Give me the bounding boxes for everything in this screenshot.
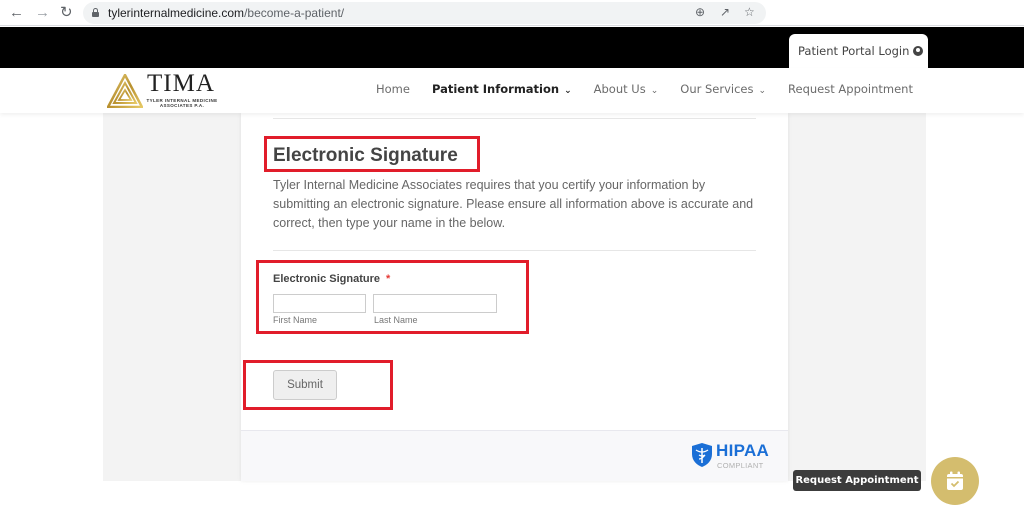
nav-our-services[interactable]: Our Services ⌄ xyxy=(680,82,766,96)
nav-request-appointment-label: Request Appointment xyxy=(788,82,913,96)
chevron-down-icon: ⌄ xyxy=(650,86,659,96)
share-icon[interactable]: ↗ xyxy=(720,5,730,19)
nav-request-appointment[interactable]: Request Appointment xyxy=(788,82,913,96)
url-text: tylerinternalmedicine.com/become-a-patie… xyxy=(108,6,344,20)
lock-icon[interactable] xyxy=(92,8,99,17)
calendar-check-icon xyxy=(947,471,963,490)
divider xyxy=(273,118,756,119)
nav-home-label: Home xyxy=(376,82,410,96)
top-bar: Patient Portal Login xyxy=(0,27,1024,68)
bookmark-star-icon[interactable]: ☆ xyxy=(744,5,755,19)
divider xyxy=(273,250,756,251)
user-circle-icon xyxy=(913,46,924,56)
annotation-box-title xyxy=(264,136,480,172)
logo-wordmark: TIMA xyxy=(147,70,215,97)
hipaa-shield-icon xyxy=(692,443,712,467)
chevron-down-icon: ⌄ xyxy=(758,86,767,96)
hipaa-subtitle: COMPLIANT xyxy=(717,461,764,470)
logo-subtitle-line2: ASSOCIATES P.A. xyxy=(159,103,205,108)
nav-patient-information[interactable]: Patient Information ⌄ xyxy=(432,82,572,96)
patient-portal-login-label: Patient Portal Login xyxy=(798,44,910,58)
nav-home[interactable]: Home xyxy=(376,82,410,96)
zoom-icon[interactable]: ⊕ xyxy=(695,5,705,19)
chevron-down-icon: ⌄ xyxy=(564,86,572,96)
form-footer: HIPAA COMPLIANT xyxy=(241,430,788,481)
browser-toolbar: ← → ↻ tylerinternalmedicine.com/become-a… xyxy=(0,0,1024,26)
annotation-box-submit xyxy=(243,360,393,410)
annotation-box-signature-fields xyxy=(256,260,529,334)
logo-subtitle: TYLER INTERNAL MEDICINE ASSOCIATES P.A. xyxy=(137,98,227,108)
address-bar[interactable]: tylerinternalmedicine.com/become-a-patie… xyxy=(83,2,766,24)
url-path: /become-a-patient/ xyxy=(244,6,345,20)
main-nav: Home Patient Information ⌄ About Us ⌄ Our … xyxy=(376,82,913,96)
nav-about-us[interactable]: About Us ⌄ xyxy=(594,82,659,96)
url-domain: tylerinternalmedicine.com xyxy=(108,6,245,20)
back-arrow-icon[interactable]: ← xyxy=(9,4,24,22)
tima-logo[interactable]: TIMA TYLER INTERNAL MEDICINE ASSOCIATES … xyxy=(107,70,227,110)
site-header: TIMA TYLER INTERNAL MEDICINE ASSOCIATES … xyxy=(0,68,1024,113)
nav-about-us-label: About Us xyxy=(593,82,646,96)
request-appointment-fab[interactable] xyxy=(931,457,979,505)
hipaa-badge: HIPAA COMPLIANT xyxy=(691,441,781,475)
nav-patient-information-label: Patient Information xyxy=(431,82,560,96)
nav-our-services-label: Our Services xyxy=(680,82,754,96)
section-description: Tyler Internal Medicine Associates requi… xyxy=(273,178,754,230)
forward-arrow-icon[interactable]: → xyxy=(35,4,50,22)
request-appointment-tooltip: Request Appointment xyxy=(793,470,921,491)
patient-portal-login-button[interactable]: Patient Portal Login xyxy=(789,34,928,68)
hipaa-title: HIPAA xyxy=(716,441,770,460)
reload-icon[interactable]: ↻ xyxy=(60,4,73,22)
